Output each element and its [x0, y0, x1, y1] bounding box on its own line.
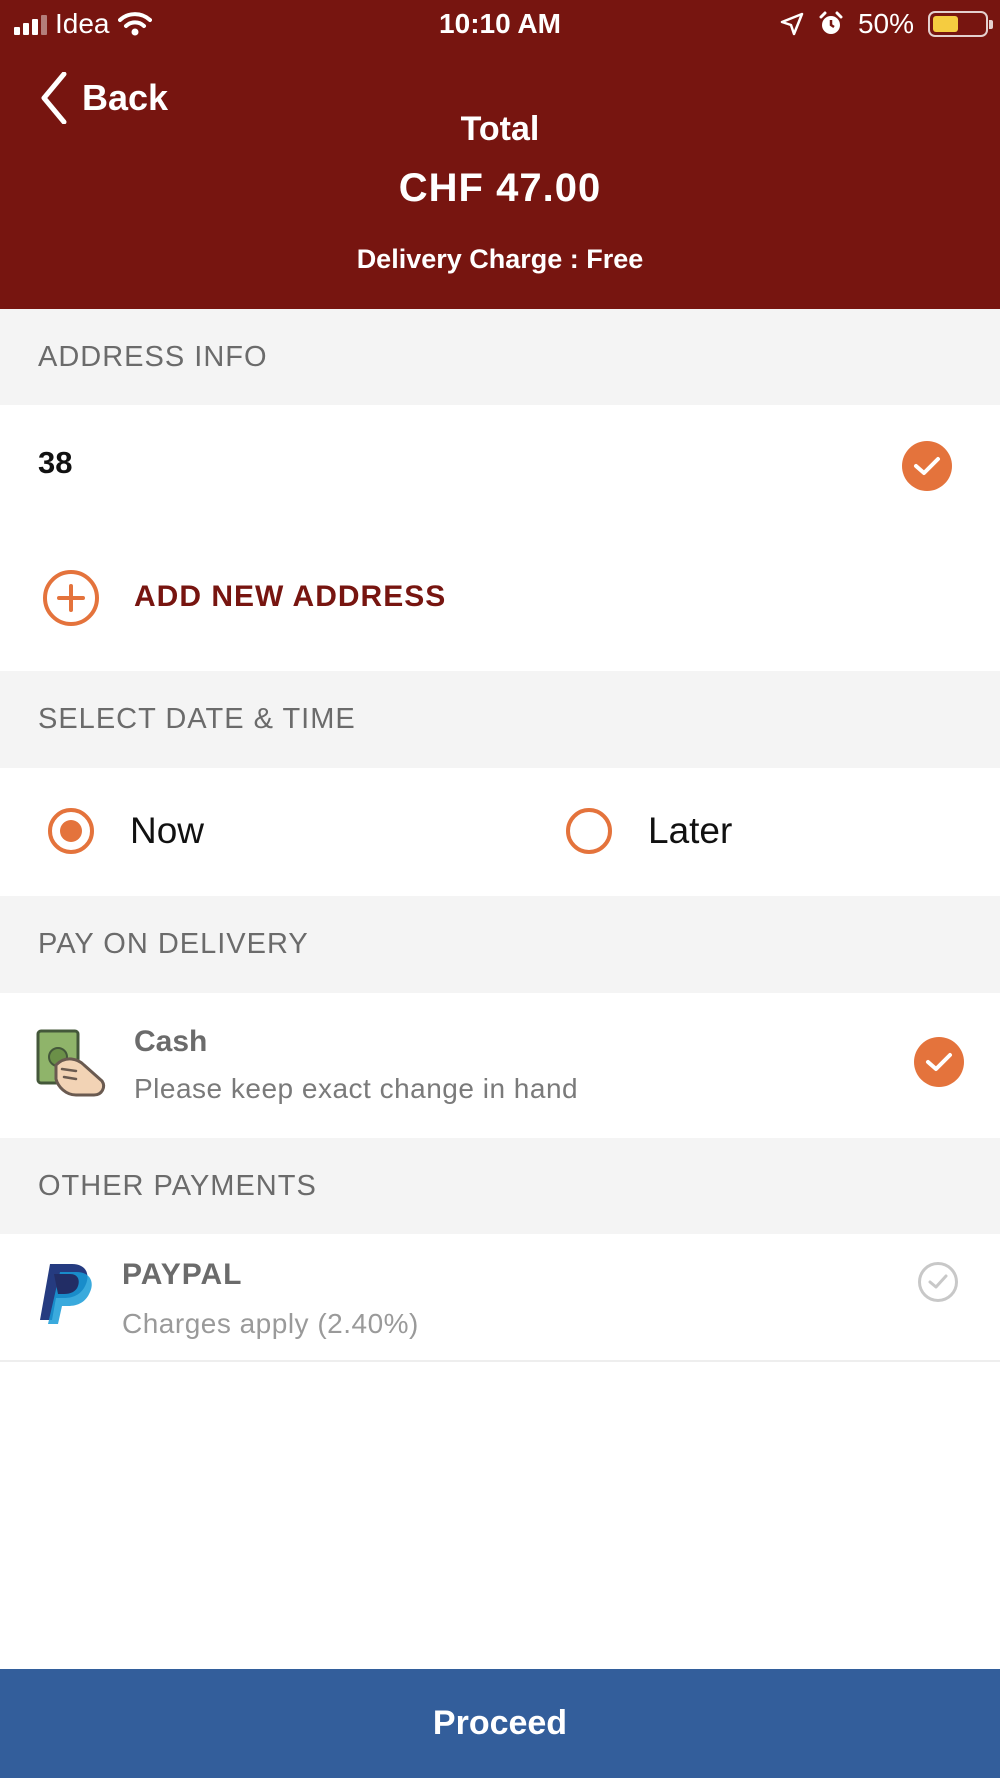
cash-label: Cash	[134, 1025, 208, 1058]
paypal-label: PAYPAL	[122, 1258, 243, 1291]
address-section-header: ADDRESS INFO	[0, 309, 1000, 405]
paypal-logo-icon	[40, 1264, 92, 1324]
paypal-payment-row[interactable]: PAYPAL Charges apply (2.40%)	[0, 1234, 1000, 1362]
add-address-row[interactable]: ADD NEW ADDRESS	[0, 525, 1000, 671]
later-label: Later	[648, 810, 733, 851]
address-row[interactable]: 38	[0, 405, 1000, 525]
later-radio[interactable]	[566, 808, 612, 854]
plus-circle-icon	[43, 570, 99, 626]
option-later[interactable]: Later	[564, 798, 964, 864]
battery-icon	[928, 11, 993, 37]
alarm-icon	[819, 11, 843, 34]
total-amount: CHF 47.00	[398, 166, 602, 210]
address-check-icon	[902, 441, 952, 491]
option-now[interactable]: Now	[46, 798, 446, 864]
delivery-charge: Delivery Charge : Free	[356, 244, 644, 274]
paypal-note: Charges apply (2.40%)	[122, 1308, 419, 1339]
pay-on-delivery-section-header: PAY ON DELIVERY	[0, 896, 1000, 993]
cash-note: Please keep exact change in hand	[134, 1073, 579, 1104]
cash-payment-row[interactable]: Cash Please keep exact change in hand	[0, 993, 1000, 1138]
now-radio[interactable]	[48, 808, 94, 854]
battery-percent: 50%	[857, 8, 914, 39]
cash-hand-icon	[36, 1029, 106, 1097]
datetime-section-header: SELECT DATE & TIME	[0, 671, 1000, 768]
paypal-unselected-check-icon	[918, 1262, 958, 1302]
datetime-row: Now Later	[0, 768, 1000, 896]
total-label: Total	[460, 110, 540, 148]
cash-selected-check-icon	[914, 1037, 964, 1087]
now-label: Now	[130, 810, 205, 851]
other-payments-section-header: OTHER PAYMENTS	[0, 1138, 1000, 1234]
add-new-address-label: ADD NEW ADDRESS	[134, 580, 447, 613]
location-arrow-icon	[780, 12, 804, 36]
address-text: 38	[38, 445, 73, 480]
proceed-button[interactable]: Proceed	[0, 1669, 1000, 1778]
checkout-header: Idea 10:10 AM 50% Back Total CHF 47.00 D…	[0, 0, 1000, 309]
status-bar: Idea 10:10 AM 50%	[0, 0, 1000, 50]
